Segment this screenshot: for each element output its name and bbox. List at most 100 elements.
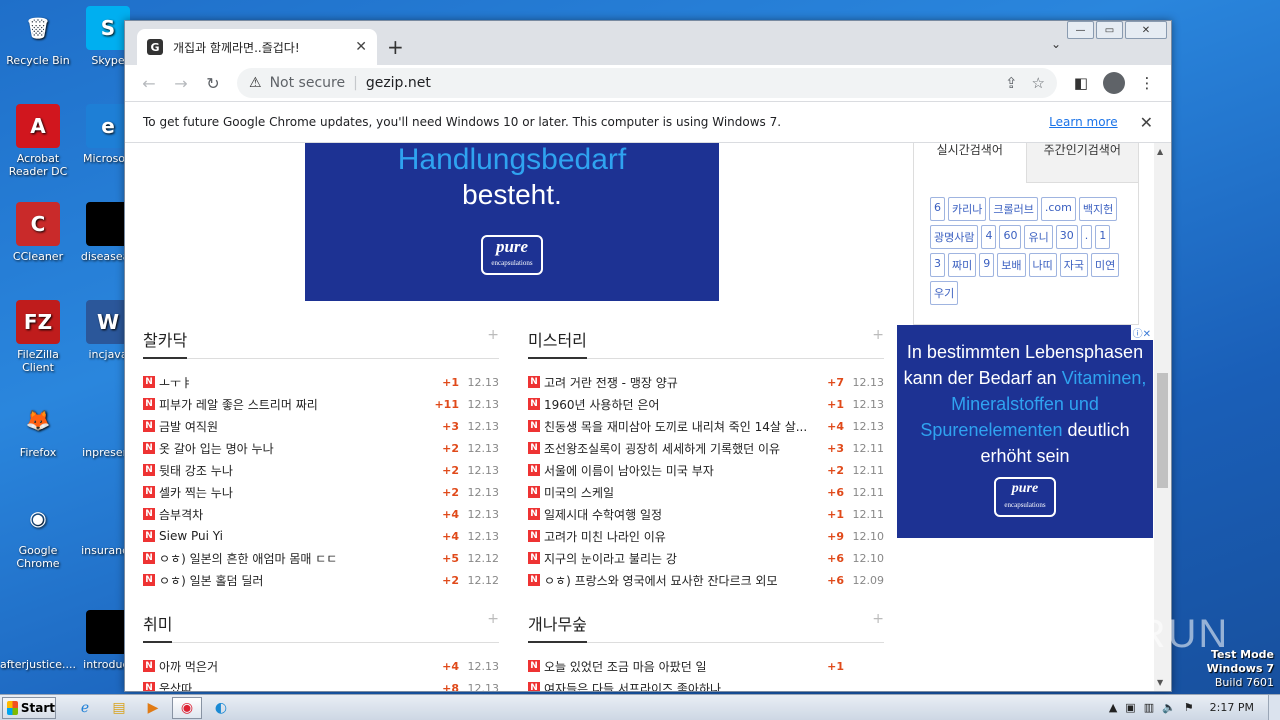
post-title[interactable]: 슴부격차 — [159, 506, 423, 523]
minimize-button[interactable]: — — [1067, 21, 1094, 39]
post-row[interactable]: N 오늘 있었던 조금 마음 아팠던 일 +1 — [528, 655, 884, 677]
post-row[interactable]: N 서울에 이름이 남아있는 미국 부자 +2 12.11 — [528, 459, 884, 481]
address-bar[interactable]: ⚠ Not secure | gezip.net ⇪ ☆ — [237, 68, 1057, 98]
tray-expand-icon[interactable]: ▲ — [1109, 701, 1117, 714]
keyword-tag[interactable]: 유니 — [1024, 225, 1053, 249]
post-row[interactable]: N 아까 먹은거 +4 12.13 — [143, 655, 499, 677]
url-text[interactable]: gezip.net — [366, 75, 991, 91]
learn-more-link[interactable]: Learn more — [1049, 115, 1117, 129]
keyword-tag[interactable]: .com — [1040, 197, 1076, 221]
side-panel-icon[interactable]: ◧ — [1065, 74, 1097, 92]
edge-icon[interactable]: ◐ — [206, 697, 236, 719]
board-title[interactable]: 취미 — [143, 611, 173, 643]
forward-arrow-icon[interactable]: → — [165, 69, 197, 97]
post-row[interactable]: N 일제시대 수학여행 일정 +1 12.11 — [528, 503, 884, 525]
post-title[interactable]: 지구의 눈이라고 불리는 강 — [544, 550, 808, 567]
post-row[interactable]: N ㅗㅜㅑ +1 12.13 — [143, 371, 499, 393]
scroll-up-icon[interactable]: ▲ — [1157, 147, 1163, 156]
more-plus-icon[interactable]: + — [487, 611, 499, 627]
more-plus-icon[interactable]: + — [872, 611, 884, 627]
post-title[interactable]: 고려 거란 전쟁 - 맹장 양규 — [544, 374, 808, 391]
back-arrow-icon[interactable]: ← — [133, 69, 165, 97]
keyword-tag[interactable]: 카리나 — [948, 197, 987, 221]
post-row[interactable]: N 지구의 눈이라고 불리는 강 +6 12.10 — [528, 547, 884, 569]
share-icon[interactable]: ⇪ — [1005, 74, 1018, 92]
keyword-tag[interactable]: 30 — [1055, 225, 1078, 249]
post-row[interactable]: N ㅇㅎ) 일본의 흔한 애엄마 몸매 ㄷㄷ +5 12.12 — [143, 547, 499, 569]
post-row[interactable]: N 조선왕조실록이 굉장히 세세하게 기록했던 이유 +3 12.11 — [528, 437, 884, 459]
keyword-tag[interactable]: 나띠 — [1028, 253, 1057, 277]
post-title[interactable]: 여자들은 다들 서프라이즈 좋아하나 — [544, 680, 808, 692]
post-row[interactable]: N ㅇㅎ) 일본 홀덤 딜러 +2 12.12 — [143, 569, 499, 591]
profile-avatar-icon[interactable] — [1103, 72, 1125, 94]
post-row[interactable]: N 셀카 찍는 누나 +2 12.13 — [143, 481, 499, 503]
post-title[interactable]: ㅇㅎ) 프랑스와 영국에서 묘사한 잔다르크 외모 — [544, 572, 808, 589]
post-title[interactable]: 고려가 미친 나라인 이유 — [544, 528, 808, 545]
post-row[interactable]: N 뒷태 강조 누나 +2 12.13 — [143, 459, 499, 481]
post-title[interactable]: 뒷태 강조 누나 — [159, 462, 423, 479]
desktop-icon[interactable]: 🗑 Recycle Bin — [0, 6, 76, 68]
post-row[interactable]: N 고려가 미친 나라인 이유 +9 12.10 — [528, 525, 884, 547]
post-title[interactable]: 일제시대 수학여행 일정 — [544, 506, 808, 523]
keyword-tag[interactable]: 9 — [979, 253, 995, 277]
post-title[interactable]: 서울에 이름이 남아있는 미국 부자 — [544, 462, 808, 479]
keyword-tag[interactable]: 백지헌 — [1078, 197, 1118, 221]
keyword-tag[interactable]: 60 — [999, 225, 1022, 249]
post-title[interactable]: ㅇㅎ) 일본 홀덤 딜러 — [159, 572, 423, 589]
keyword-tag[interactable]: 광명사람 — [930, 225, 979, 249]
keyword-tag[interactable]: . — [1080, 225, 1093, 249]
flag-icon[interactable]: ⚑ — [1184, 701, 1194, 714]
action-center-icon[interactable]: ▣ — [1125, 701, 1135, 714]
post-row[interactable]: N 슴부격차 +4 12.13 — [143, 503, 499, 525]
keyword-tag[interactable]: 미연 — [1091, 253, 1120, 277]
network-icon[interactable]: ▥ — [1144, 701, 1154, 714]
post-row[interactable]: N 1960년 사용하던 은어 +1 12.13 — [528, 393, 884, 415]
post-row[interactable]: N 피부가 레알 좋은 스트리머 짜리 +11 12.13 — [143, 393, 499, 415]
post-title[interactable]: ㅇㅎ) 일본의 흔한 애엄마 몸매 ㄷㄷ — [159, 550, 423, 567]
volume-icon[interactable]: 🔈 — [1162, 701, 1176, 714]
show-desktop-button[interactable] — [1268, 694, 1280, 720]
reload-icon[interactable]: ↻ — [197, 69, 229, 97]
warning-triangle-icon[interactable]: ⚠ — [249, 75, 262, 91]
desktop-icon[interactable]: afterjustice.... — [0, 610, 76, 671]
post-title[interactable]: 미국의 스케일 — [544, 484, 808, 501]
keyword-tag[interactable]: 3 — [930, 253, 945, 277]
post-title[interactable]: 피부가 레알 좋은 스트리머 짜리 — [159, 396, 423, 413]
post-title[interactable]: 셀카 찍는 누나 — [159, 484, 423, 501]
keyword-tag[interactable]: 우기 — [930, 281, 959, 305]
scroll-thumb[interactable] — [1157, 373, 1168, 488]
desktop-icon[interactable]: 🦊 Firefox — [0, 398, 76, 460]
keyword-tag[interactable]: 자국 — [1059, 253, 1088, 277]
post-title[interactable]: ㅗㅜㅑ — [159, 374, 423, 391]
post-title[interactable]: 옷 갈아 입는 명아 누나 — [159, 440, 423, 457]
post-title[interactable]: Siew Pui Yi — [159, 529, 423, 543]
more-plus-icon[interactable]: + — [872, 327, 884, 343]
internet-explorer-icon[interactable]: ℯ — [70, 697, 100, 719]
new-tab-icon[interactable]: + — [387, 35, 404, 59]
active-tab[interactable]: G 개집과 함께라면..즐겁다! ✕ — [137, 29, 377, 65]
top-banner-ad[interactable]: Handlungsbedarf besteht. pure encapsulati… — [305, 143, 719, 301]
chrome-taskbar-icon[interactable]: ◉ — [172, 696, 202, 719]
close-tab-icon[interactable]: ✕ — [355, 39, 367, 55]
desktop-icon[interactable]: C CCleaner — [0, 202, 76, 263]
window-close-button[interactable]: ✕ — [1125, 21, 1167, 39]
file-explorer-icon[interactable]: ▤ — [104, 697, 134, 719]
keyword-tag[interactable]: 크롤러브 — [989, 197, 1038, 221]
desktop-icon[interactable]: A Acrobat Reader DC — [0, 104, 76, 178]
page-scrollbar[interactable]: ▲ ▼ — [1154, 143, 1171, 691]
ad-choices-icon[interactable]: ⓘ✕ — [1130, 325, 1153, 340]
desktop-icon[interactable]: ◉ Google Chrome — [0, 496, 76, 571]
post-row[interactable]: N 고려 거란 전쟁 - 맹장 양규 +7 12.13 — [528, 371, 884, 393]
tab-search-chevron-icon[interactable]: ⌄ — [1051, 37, 1061, 51]
maximize-button[interactable]: ▭ — [1096, 21, 1123, 39]
scroll-down-icon[interactable]: ▼ — [1157, 678, 1163, 687]
post-row[interactable]: N 웃샀따 +8 12.13 — [143, 677, 499, 691]
post-row[interactable]: N 여자들은 다들 서프라이즈 좋아하나 — [528, 677, 884, 691]
bookmark-star-icon[interactable]: ☆ — [1032, 74, 1045, 92]
keyword-tag[interactable]: 1 — [1095, 225, 1111, 249]
side-banner-ad[interactable]: ⓘ✕ In bestimmten Lebensphasen kann der B… — [897, 325, 1153, 538]
menu-kebab-icon[interactable]: ⋮ — [1131, 74, 1163, 92]
tab-realtime-search[interactable]: 실시간검색어 — [914, 143, 1026, 183]
keyword-tag[interactable]: 6 — [930, 197, 945, 221]
media-player-icon[interactable]: ▶ — [138, 697, 168, 719]
